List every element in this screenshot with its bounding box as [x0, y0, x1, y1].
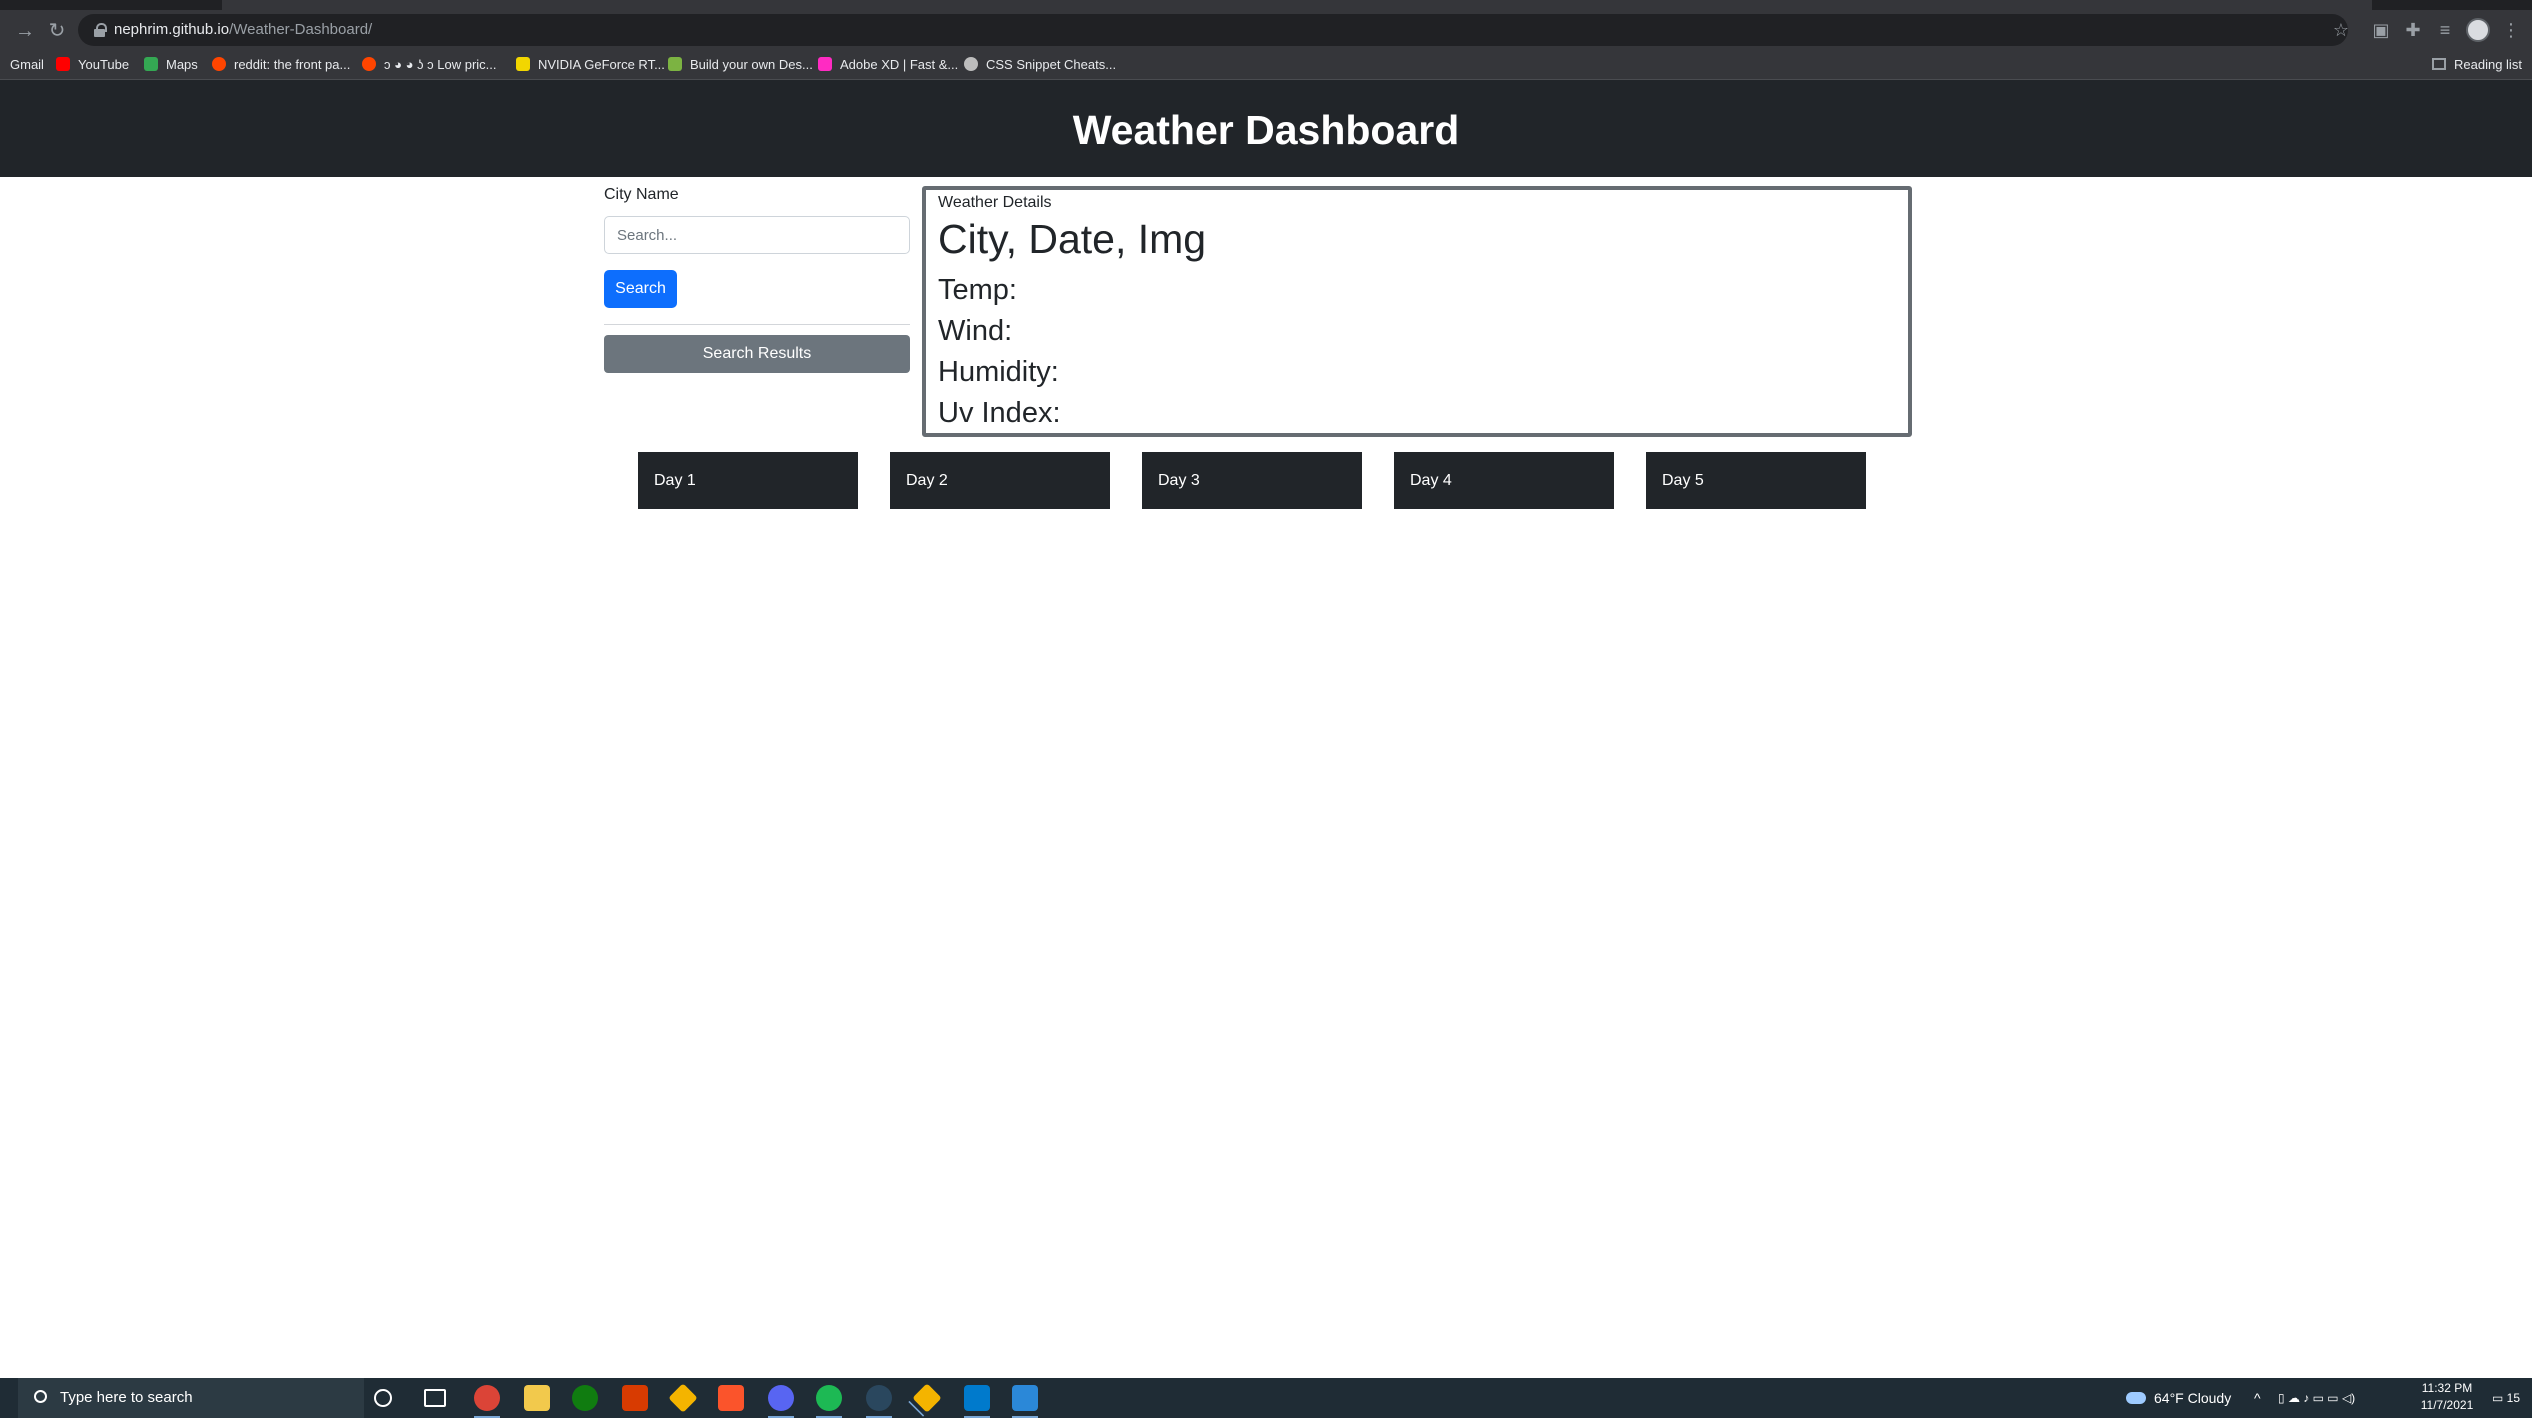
clock[interactable]: 11:32 PM 11/7/2021 [2412, 1380, 2482, 1414]
bookmark-youtube[interactable]: YouTube [56, 50, 129, 80]
forecast-day-card: Day 3 [1142, 452, 1362, 509]
divider [604, 324, 910, 325]
adobe-xd-icon [818, 57, 832, 71]
weather-details-caption: Weather Details [938, 194, 1052, 211]
bookmark-label: ↄ ◕ ◕ ʖ ↄ Low pric... [384, 57, 497, 72]
weather-widget[interactable]: 64°F Cloudy [2126, 1378, 2231, 1418]
clock-time: 11:32 PM [2421, 1381, 2473, 1395]
browser-tab-strip [0, 0, 2532, 10]
search-button[interactable]: Search [604, 270, 677, 308]
bookmark-maps[interactable]: Maps [144, 50, 198, 80]
office-icon[interactable] [622, 1385, 648, 1411]
search-results-button[interactable]: Search Results [604, 335, 910, 373]
bookmark-label: Gmail [10, 57, 44, 72]
bookmark-label: Build your own Des... [690, 57, 813, 72]
windows-taskbar: Type here to search 64°F Cloudy ^ ▯ ☁ ♪ … [0, 1378, 2532, 1418]
city-name-label: City Name [604, 186, 679, 203]
bookmarks-bar: Gmail YouTube Maps reddit: the front pa.… [0, 50, 2532, 80]
bookmark-css-snippet[interactable]: CSS Snippet Cheats... [964, 50, 1116, 80]
humidity-label: Humidity: [938, 356, 1059, 388]
vscode-icon[interactable] [964, 1385, 990, 1418]
reading-list-label: Reading list [2454, 57, 2522, 72]
reddit-icon [212, 57, 226, 71]
reddit-icon [362, 57, 376, 71]
browser-toolbar: → ↻ nephrim.github.io/Weather-Dashboard/… [0, 10, 2532, 50]
forecast-day-card: Day 4 [1394, 452, 1614, 509]
page-header: Weather Dashboard [0, 80, 2532, 177]
git-icon[interactable] [668, 1383, 698, 1413]
url-text: nephrim.github.io/Weather-Dashboard/ [114, 14, 372, 46]
extension-icon[interactable]: ▣ [2370, 19, 2392, 41]
bookmark-low-price[interactable]: ↄ ◕ ◕ ʖ ↄ Low pric... [362, 50, 497, 80]
bookmark-build-desk[interactable]: Build your own Des... [668, 50, 813, 80]
clock-date: 11/7/2021 [2420, 1398, 2474, 1412]
menu-icon[interactable]: ⋮ [2500, 19, 2522, 41]
puzzle-icon[interactable]: ✚ [2402, 19, 2424, 41]
reload-icon[interactable]: ↻ [46, 20, 68, 42]
reading-list-icon [2432, 58, 2446, 70]
address-bar[interactable]: nephrim.github.io/Weather-Dashboard/ ☆ [78, 14, 2349, 46]
bookmark-adobe-xd[interactable]: Adobe XD | Fast &... [818, 50, 958, 80]
taskbar-search-box[interactable]: Type here to search [18, 1378, 364, 1418]
forward-icon[interactable]: → [14, 20, 36, 42]
gitkraken-icon[interactable] [912, 1383, 942, 1413]
media-icon[interactable]: ≡ [2434, 19, 2456, 41]
forecast-row: Day 1 Day 2 Day 3 Day 4 Day 5 [0, 452, 2532, 509]
bookmark-gmail[interactable]: Gmail [10, 50, 44, 80]
youtube-icon [56, 57, 70, 71]
bookmark-label: NVIDIA GeForce RT... [538, 57, 665, 72]
tray-overflow-icon[interactable]: ^ [2254, 1378, 2261, 1418]
city-search-input[interactable] [604, 216, 910, 254]
file-explorer-icon[interactable] [524, 1385, 550, 1411]
temp-label: Temp: [938, 274, 1017, 306]
weather-details-card: Weather Details City, Date, Img Temp: Wi… [922, 186, 1912, 437]
wind-label: Wind: [938, 315, 1013, 347]
bookmark-label: YouTube [78, 57, 130, 72]
steam-icon[interactable] [866, 1385, 892, 1418]
forecast-day-card: Day 5 [1646, 452, 1866, 509]
browser-tab[interactable] [222, 0, 2372, 10]
globe-icon [964, 57, 978, 71]
spotify-icon[interactable] [816, 1385, 842, 1418]
photos-icon[interactable] [1012, 1385, 1038, 1418]
bookmark-label: Adobe XD | Fast &... [840, 57, 959, 72]
cloud-icon [2126, 1392, 2146, 1404]
chrome-icon[interactable] [474, 1385, 500, 1418]
nvidia-icon [516, 57, 530, 71]
system-tray-icons[interactable]: ▯ ☁ ♪ ▭ ▭ ◁) [2278, 1378, 2355, 1418]
bookmark-star-icon[interactable]: ☆ [2330, 19, 2352, 41]
notification-center-icon[interactable]: ▭ 15 [2492, 1378, 2520, 1418]
notification-count: 15 [2506, 1391, 2521, 1405]
cortana-icon[interactable] [374, 1389, 392, 1407]
bookmark-label: reddit: the front pa... [234, 57, 351, 72]
url-path: /Weather-Dashboard/ [229, 21, 373, 38]
lock-icon[interactable] [94, 23, 107, 37]
bookmark-label: Maps [166, 57, 198, 72]
taskbar-search-placeholder: Type here to search [60, 1389, 193, 1406]
weather-text: 64°F Cloudy [2154, 1390, 2232, 1406]
task-view-icon[interactable] [424, 1389, 446, 1407]
reading-list[interactable]: Reading list [2432, 50, 2522, 80]
forecast-day-card: Day 2 [890, 452, 1110, 509]
forecast-day-card: Day 1 [638, 452, 858, 509]
uv-index-label: Uv Index: [938, 397, 1061, 429]
xbox-icon[interactable] [572, 1385, 598, 1411]
page-title: Weather Dashboard [1072, 107, 1460, 153]
bookmark-nvidia[interactable]: NVIDIA GeForce RT... [516, 50, 665, 80]
url-host: nephrim.github.io [114, 21, 230, 38]
brave-icon[interactable] [718, 1385, 744, 1411]
bookmark-reddit[interactable]: reddit: the front pa... [212, 50, 350, 80]
city-date-heading: City, Date, Img [938, 216, 1207, 262]
maps-icon [144, 57, 158, 71]
link-icon [668, 57, 682, 71]
profile-avatar[interactable] [2466, 18, 2490, 42]
bookmark-label: CSS Snippet Cheats... [986, 57, 1117, 72]
search-icon [34, 1390, 47, 1403]
discord-icon[interactable] [768, 1385, 794, 1418]
